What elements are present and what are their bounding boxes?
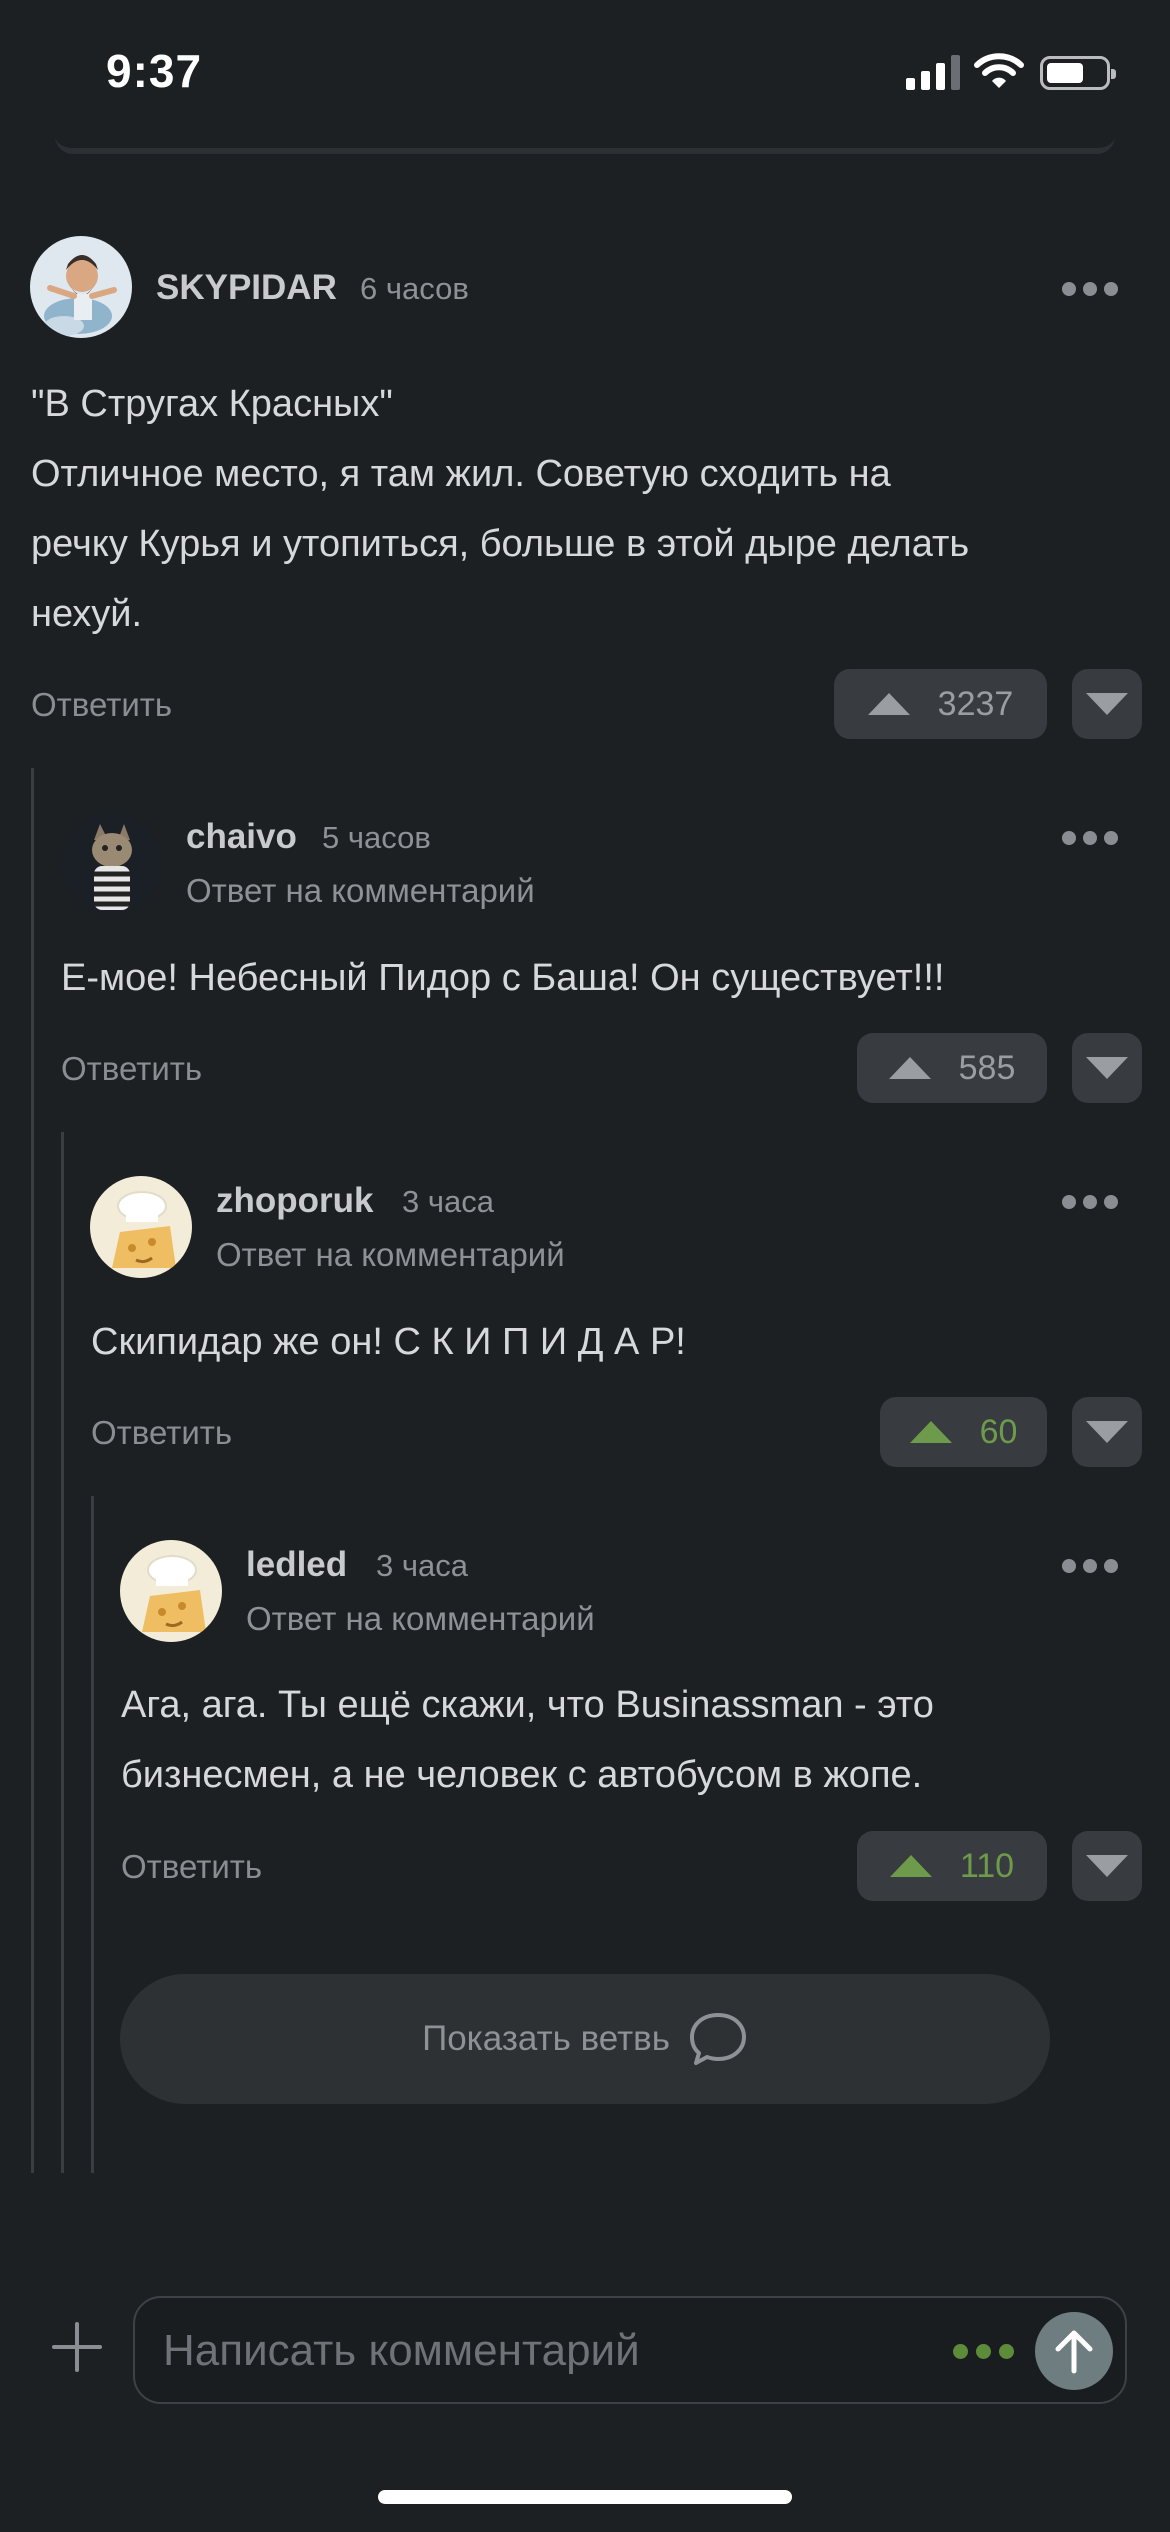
comment-time: 3 часа — [376, 1548, 468, 1583]
thread-line — [61, 1132, 64, 2173]
more-dots-icon[interactable] — [953, 2344, 1014, 2359]
upvote-arrow-icon — [889, 1855, 932, 1877]
upvote-button[interactable]: 585 — [857, 1033, 1047, 1103]
upvote-arrow-icon — [867, 693, 910, 715]
more-options-button[interactable] — [1062, 831, 1118, 845]
comment-time: 6 часов — [360, 271, 469, 306]
vote-count: 60 — [979, 1412, 1018, 1451]
cellular-signal-icon — [906, 54, 960, 90]
vote-count: 585 — [958, 1048, 1016, 1087]
upvote-button[interactable]: 60 — [880, 1397, 1047, 1467]
avatar[interactable] — [90, 1176, 192, 1278]
comment-text-line: бизнесмен, а не человек с автобусом в жо… — [121, 1754, 923, 1796]
vote-count: 3237 — [937, 684, 1014, 723]
send-arrow-icon — [1055, 2330, 1093, 2374]
username[interactable]: SKYPIDAR — [156, 268, 337, 308]
comment-input[interactable] — [163, 2316, 963, 2386]
battery-icon — [1040, 56, 1116, 90]
speech-bubble-icon — [689, 2013, 746, 2065]
comment-time: 3 часа — [402, 1184, 494, 1219]
comment-text-line: "В Стругах Красных" — [31, 383, 393, 425]
reply-button[interactable]: Ответить — [91, 1414, 232, 1452]
downvote-arrow-icon — [1086, 693, 1128, 715]
avatar[interactable] — [120, 1540, 222, 1642]
reply-to-label[interactable]: Ответ на комментарий — [246, 1600, 595, 1638]
comment-text-line: Скипидар же он! С К И П И Д А Р! — [91, 1321, 686, 1363]
more-options-button[interactable] — [1062, 282, 1118, 296]
comment-text-line: речку Курья и утопиться, больше в этой д… — [31, 523, 970, 565]
vote-count: 110 — [959, 1846, 1015, 1885]
avatar[interactable] — [60, 812, 162, 914]
status-bar: 9:37 — [0, 0, 1170, 140]
wifi-icon — [974, 53, 1024, 88]
more-options-button[interactable] — [1062, 1195, 1118, 1209]
upvote-button[interactable]: 110 — [857, 1831, 1047, 1901]
username[interactable]: zhoporuk — [216, 1181, 373, 1221]
username[interactable]: chaivo — [186, 817, 297, 857]
downvote-arrow-icon — [1086, 1855, 1128, 1877]
comment-time: 5 часов — [322, 820, 431, 855]
thread-line — [31, 768, 34, 2173]
comment-composer — [133, 2296, 1127, 2404]
avatar[interactable] — [30, 236, 132, 338]
status-time: 9:37 — [106, 45, 203, 97]
upvote-button[interactable]: 3237 — [834, 669, 1047, 739]
comment-text-line: Е-мое! Небесный Пидор с Баша! Он существ… — [61, 957, 945, 999]
downvote-arrow-icon — [1086, 1421, 1128, 1443]
downvote-button[interactable] — [1072, 1397, 1142, 1467]
username[interactable]: ledled — [246, 1545, 347, 1585]
downvote-button[interactable] — [1072, 1831, 1142, 1901]
send-button[interactable] — [1035, 2312, 1113, 2390]
comment-text-line: нехуй. — [31, 593, 143, 635]
thread-line — [91, 1496, 94, 2173]
upvote-arrow-icon — [909, 1421, 952, 1443]
reply-button[interactable]: Ответить — [31, 686, 172, 724]
upvote-arrow-icon — [888, 1057, 931, 1079]
more-options-button[interactable] — [1062, 1559, 1118, 1573]
downvote-button[interactable] — [1072, 669, 1142, 739]
previous-card-edge — [55, 136, 1115, 154]
reply-to-label[interactable]: Ответ на комментарий — [216, 1236, 565, 1274]
reply-to-label[interactable]: Ответ на комментарий — [186, 872, 535, 910]
reply-button[interactable]: Ответить — [61, 1050, 202, 1088]
comment-text-line: Ага, ага. Ты ещё скажи, что Businassman … — [121, 1684, 934, 1726]
reply-button[interactable]: Ответить — [121, 1848, 262, 1886]
home-indicator[interactable] — [378, 2490, 792, 2504]
show-branch-label: Показать ветвь — [422, 2019, 670, 2058]
comment-text-line: Отличное место, я там жил. Советую сходи… — [31, 453, 891, 495]
add-attachment-button[interactable] — [52, 2322, 102, 2372]
downvote-button[interactable] — [1072, 1033, 1142, 1103]
downvote-arrow-icon — [1086, 1057, 1128, 1079]
show-branch-button[interactable]: Показать ветвь — [120, 1974, 1050, 2104]
